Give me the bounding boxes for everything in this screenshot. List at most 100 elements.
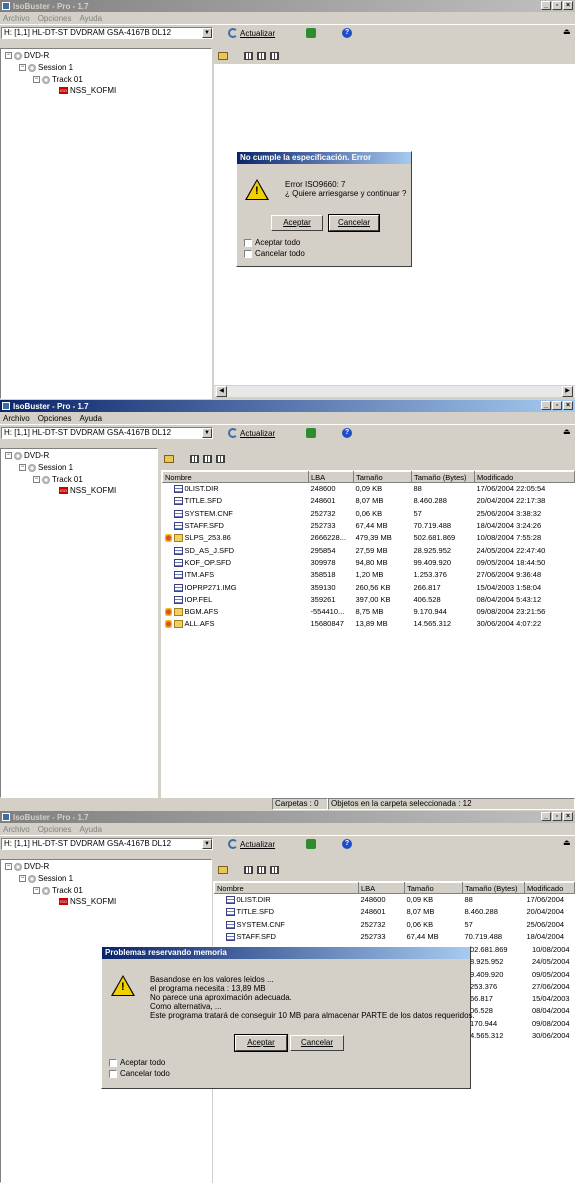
close-button[interactable]: × — [563, 1, 573, 10]
table-row[interactable]: SYSTEM.CNF 252732 0,06 KB 57 25/06/2004 3:38… — [163, 507, 575, 519]
table-row[interactable]: STAFF.SFD 252733 67,44 MB 70.719.488 18/04/2… — [215, 930, 575, 942]
table-row[interactable]: 253.376 27/06/2004 — [468, 981, 575, 993]
tree-node-iso[interactable]: ISO NSS_KOFMI — [59, 486, 116, 495]
menu-ayuda[interactable]: Ayuda — [79, 825, 102, 834]
table-row[interactable]: 0LIST.DIR 248600 0,09 KB 88 17/06/2004 22:05… — [163, 483, 575, 495]
menu-ayuda[interactable]: Ayuda — [79, 414, 102, 423]
column-header-bytes[interactable]: Tamaño (Bytes) — [462, 882, 525, 894]
table-row[interactable]: TITLE.SFD 248601 8,07 MB 8.460.288 20/04/200… — [215, 906, 575, 918]
cancel-button[interactable]: Cancelar — [290, 1035, 344, 1051]
refresh-button[interactable]: Actualizar — [228, 427, 275, 439]
column-header-bytes[interactable]: Tamaño (Bytes) — [411, 471, 475, 483]
refresh-button[interactable]: Actualizar — [228, 838, 275, 850]
view-icons-icon[interactable] — [244, 866, 253, 874]
extract-button[interactable] — [306, 427, 316, 439]
tree-node-track[interactable]: − Track 01 — [33, 886, 83, 895]
table-row[interactable]: ALL.AFS 15680847 13,89 MB 14.565.312 30/06/2… — [163, 618, 575, 630]
table-row[interactable]: IOP.FEL 359261 397,00 KB 406.528 08/04/2004 … — [163, 593, 575, 605]
tree-node-dvd[interactable]: − DVD-R — [5, 51, 49, 60]
folder-up-icon[interactable] — [164, 455, 174, 463]
tree-node-session[interactable]: − Session 1 — [19, 463, 73, 472]
drive-select[interactable]: H: [1,1] HL-DT-ST DVDRAM GSA-4167B DL12 ▼ — [1, 838, 213, 850]
table-row[interactable]: BGM.AFS -554410... 8,75 MB 9.170.944 09/08/2… — [163, 605, 575, 617]
scroll-left-icon[interactable]: ◀ — [216, 386, 227, 397]
checkbox-icon[interactable] — [109, 1058, 117, 1067]
table-row[interactable]: SLPS_253.86 2666228... 479,39 MB 502.681.86… — [163, 532, 575, 544]
view-tree-icon[interactable] — [270, 52, 279, 60]
collapse-icon[interactable]: − — [33, 76, 40, 83]
close-button[interactable]: × — [563, 812, 573, 821]
accept-all-checkbox[interactable]: Aceptar todo — [109, 1058, 165, 1067]
column-header-lba[interactable]: LBA — [358, 882, 405, 894]
collapse-icon[interactable]: − — [19, 875, 26, 882]
scroll-right-icon[interactable]: ▶ — [562, 386, 573, 397]
chevron-down-icon[interactable]: ▼ — [202, 28, 212, 38]
help-button[interactable]: ? — [342, 838, 352, 850]
drive-select[interactable]: H: [1,1] HL-DT-ST DVDRAM GSA-4167B DL12 ▼ — [1, 27, 213, 39]
extract-button[interactable] — [306, 838, 316, 850]
maximize-button[interactable]: ▫ — [552, 812, 562, 821]
table-row[interactable]: IOPRP271.IMG 359130 260,56 KB 266.817 15/04/… — [163, 581, 575, 593]
collapse-icon[interactable]: − — [33, 887, 40, 894]
eject-icon[interactable]: ⏏ — [563, 839, 571, 847]
view-icons-icon[interactable] — [244, 52, 253, 60]
checkbox-icon[interactable] — [244, 249, 252, 258]
help-button[interactable]: ? — [342, 27, 352, 39]
table-row[interactable]: 4.565.312 30/06/2004 — [468, 1030, 575, 1042]
menu-archivo[interactable]: Archivo — [3, 825, 30, 834]
collapse-icon[interactable]: − — [19, 464, 26, 471]
tree-node-session[interactable]: − Session 1 — [19, 63, 73, 72]
extract-button[interactable] — [306, 27, 316, 39]
column-header-modified[interactable]: Modificado — [474, 471, 575, 483]
table-row[interactable]: 06.528 08/04/2004 — [468, 1005, 575, 1017]
column-header-name[interactable]: Nombre — [162, 471, 309, 483]
checkbox-icon[interactable] — [109, 1069, 117, 1078]
table-row[interactable]: 170.944 09/08/2004 — [468, 1018, 575, 1030]
view-tree-icon[interactable] — [270, 866, 279, 874]
checkbox-icon[interactable] — [244, 238, 252, 247]
collapse-icon[interactable]: − — [5, 863, 12, 870]
menu-archivo[interactable]: Archivo — [3, 14, 30, 23]
column-header-size[interactable]: Tamaño — [404, 882, 463, 894]
table-row[interactable]: 66.817 15/04/2003 — [468, 993, 575, 1005]
menu-opciones[interactable]: Opciones — [38, 825, 72, 834]
view-list-icon[interactable] — [257, 52, 266, 60]
tree-node-iso[interactable]: ISO NSS_KOFMI — [59, 897, 116, 906]
menu-ayuda[interactable]: Ayuda — [79, 14, 102, 23]
accept-button[interactable]: Aceptar — [271, 215, 323, 231]
view-tree-icon[interactable] — [216, 455, 225, 463]
menu-archivo[interactable]: Archivo — [3, 414, 30, 423]
collapse-icon[interactable]: − — [19, 64, 26, 71]
table-row[interactable]: TITLE.SFD 248601 8,07 MB 8.460.288 20/04/200… — [163, 495, 575, 507]
chevron-down-icon[interactable]: ▼ — [202, 839, 212, 849]
tree-node-iso[interactable]: ISO NSS_KOFMI — [59, 86, 116, 95]
table-row[interactable]: SD_AS_J.SFD 295854 27,59 MB 28.925.952 24/05… — [163, 544, 575, 556]
menu-opciones[interactable]: Opciones — [38, 414, 72, 423]
cancel-all-checkbox[interactable]: Cancelar todo — [109, 1069, 170, 1078]
cancel-button[interactable]: Cancelar — [328, 214, 380, 232]
accept-button[interactable]: Aceptar — [234, 1034, 288, 1052]
horizontal-scrollbar[interactable]: ◀ ▶ — [214, 385, 575, 397]
table-row[interactable]: SYSTEM.CNF 252732 0,06 KB 57 25/06/2004 — [215, 918, 575, 930]
minimize-button[interactable]: _ — [541, 812, 551, 821]
chevron-down-icon[interactable]: ▼ — [202, 428, 212, 438]
tree-node-track[interactable]: − Track 01 — [33, 475, 83, 484]
minimize-button[interactable]: _ — [541, 1, 551, 10]
column-header-modified[interactable]: Modificado — [524, 882, 575, 894]
collapse-icon[interactable]: − — [5, 52, 12, 59]
tree-node-dvd[interactable]: − DVD-R — [5, 862, 49, 871]
table-row[interactable]: KOF_OP.SFD 309978 94,80 MB 99.409.920 09/05/… — [163, 556, 575, 568]
folder-up-icon[interactable] — [218, 52, 228, 60]
maximize-button[interactable]: ▫ — [552, 1, 562, 10]
table-row[interactable]: 02.681.869 10/08/2004 — [468, 944, 575, 956]
column-header-name[interactable]: Nombre — [214, 882, 359, 894]
view-list-icon[interactable] — [203, 455, 212, 463]
view-list-icon[interactable] — [257, 866, 266, 874]
table-row[interactable]: 0LIST.DIR 248600 0,09 KB 88 17/06/2004 — [215, 894, 575, 906]
column-header-size[interactable]: Tamaño — [353, 471, 412, 483]
table-row[interactable]: 8.925.952 24/05/2004 — [468, 956, 575, 968]
cancel-all-checkbox[interactable]: Cancelar todo — [244, 249, 305, 258]
eject-icon[interactable]: ⏏ — [563, 428, 571, 436]
minimize-button[interactable]: _ — [541, 401, 551, 410]
eject-icon[interactable]: ⏏ — [563, 28, 571, 36]
